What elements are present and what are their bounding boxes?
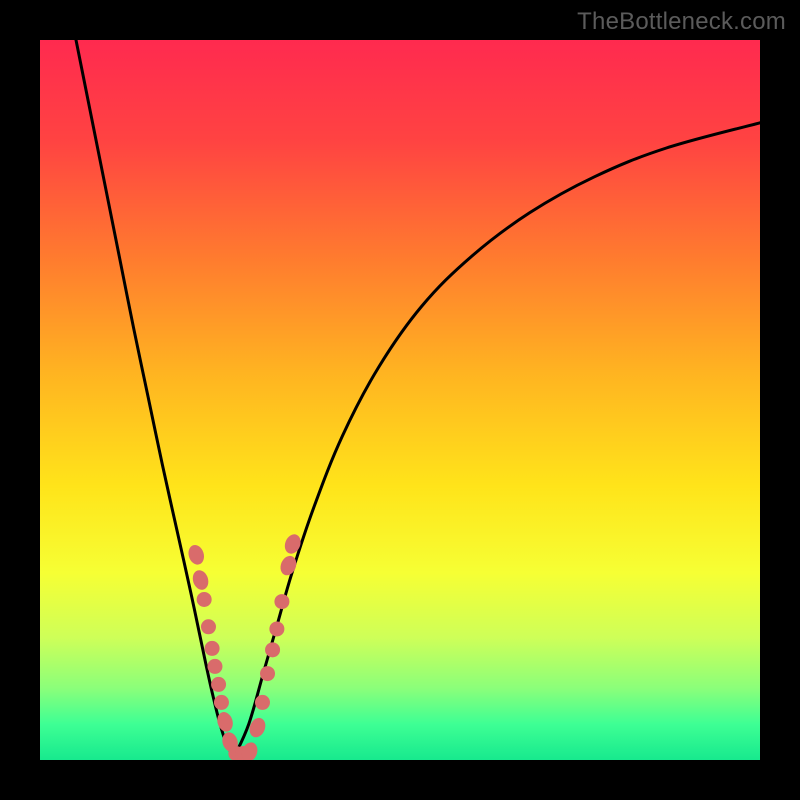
curve-right-branch: [234, 123, 760, 757]
marker-point: [274, 594, 289, 609]
marker-point: [205, 641, 220, 656]
marker-point: [207, 659, 222, 674]
marker-point: [190, 568, 210, 592]
plot-area: [40, 40, 760, 760]
marker-point: [255, 695, 270, 710]
marker-point: [269, 621, 284, 636]
marker-point: [197, 592, 212, 607]
marker-point: [211, 677, 226, 692]
marker-point: [260, 666, 275, 681]
watermark-text: TheBottleneck.com: [577, 8, 786, 36]
marker-group: [186, 532, 303, 760]
marker-point: [214, 695, 229, 710]
curve-layer: [40, 40, 760, 760]
marker-point: [201, 619, 216, 634]
marker-point: [265, 642, 280, 657]
chart-stage: TheBottleneck.com: [0, 0, 800, 800]
marker-point: [282, 532, 303, 556]
marker-point: [186, 543, 206, 567]
